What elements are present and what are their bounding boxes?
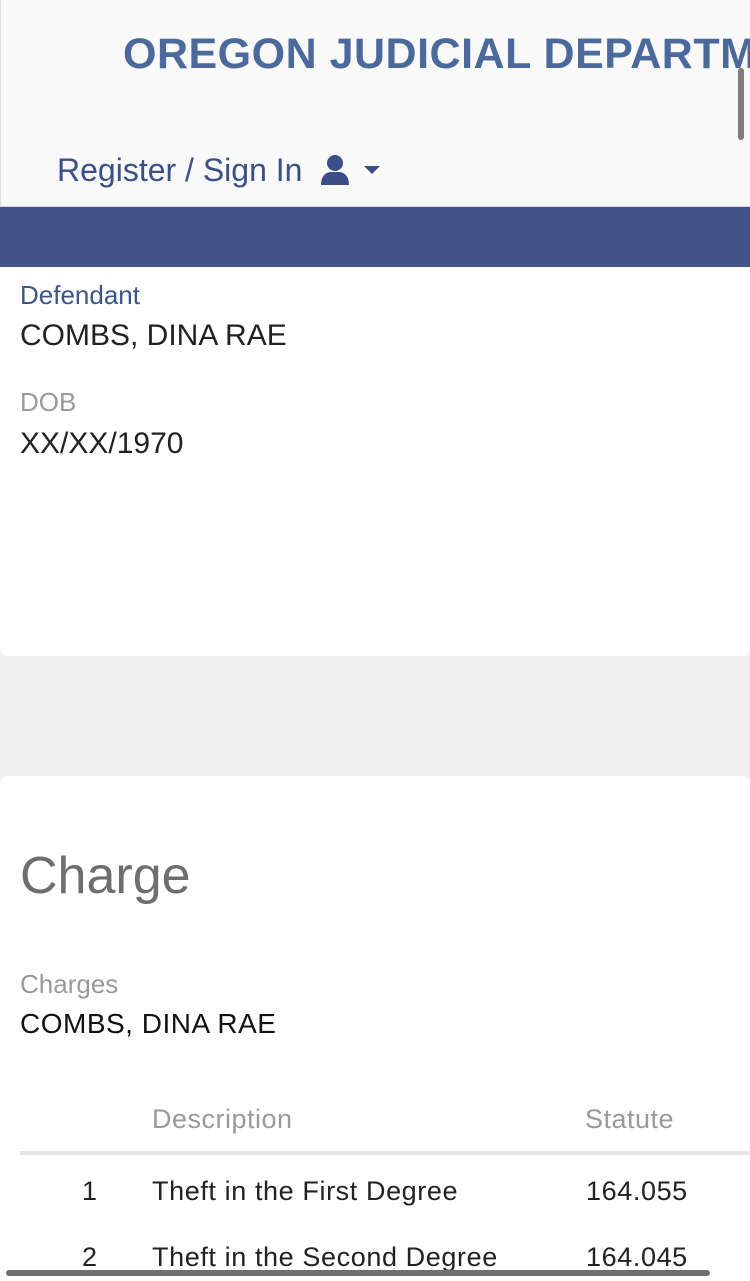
charges-label: Charges xyxy=(20,969,119,999)
charges-party-name: COMBS, DINA RAE xyxy=(20,1008,277,1039)
site-title[interactable]: OREGON JUDICIAL DEPARTMENT xyxy=(123,30,750,79)
charge-statute: 164.055 xyxy=(586,1176,688,1206)
page: OREGON JUDICIAL DEPARTMENT Register / Si… xyxy=(0,0,750,1281)
horizontal-scrollbar[interactable] xyxy=(6,1270,710,1276)
party-name: COMBS, DINA RAE xyxy=(20,319,287,352)
dob-value: XX/XX/1970 xyxy=(20,427,184,460)
table-header-divider xyxy=(20,1151,750,1155)
column-header-statute: Statute xyxy=(585,1104,675,1134)
charge-card: Charge Charges COMBS, DINA RAE Descripti… xyxy=(0,776,750,1281)
vertical-scrollbar[interactable] xyxy=(738,68,744,140)
site-header: OREGON JUDICIAL DEPARTMENT Register / Si… xyxy=(0,0,750,207)
user-icon xyxy=(320,154,350,186)
charge-heading: Charge xyxy=(20,847,191,905)
caret-down-icon xyxy=(364,165,381,175)
party-role-label: Defendant xyxy=(20,280,140,310)
charge-number: 1 xyxy=(82,1176,98,1206)
charge-description: Theft in the First Degree xyxy=(152,1176,459,1206)
navigation-band xyxy=(0,207,750,267)
party-card: Defendant COMBS, DINA RAE DOB XX/XX/1970 xyxy=(0,267,750,656)
column-header-description: Description xyxy=(152,1104,293,1134)
dob-label: DOB xyxy=(20,387,77,417)
charge-statute: 164.045 xyxy=(586,1242,688,1272)
register-sign-in-label[interactable]: Register / Sign In xyxy=(57,152,302,189)
charge-number: 2 xyxy=(82,1242,98,1272)
charge-description: Theft in the Second Degree xyxy=(152,1242,498,1272)
register-sign-in-menu[interactable]: Register / Sign In xyxy=(57,150,381,190)
